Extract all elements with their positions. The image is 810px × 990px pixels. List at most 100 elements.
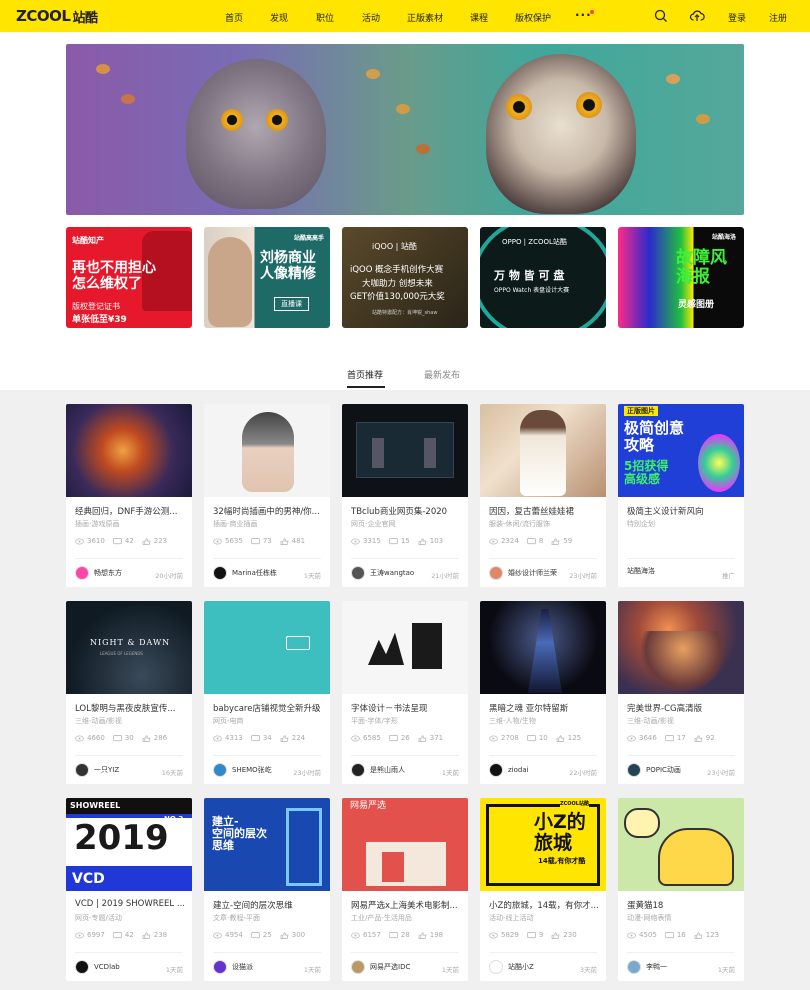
nav-copyright[interactable]: 版权保护 [515,11,551,24]
card-thumbnail[interactable]: NIGHT & DAWN LEAGUE OF LEGENDS [66,601,192,694]
card-title[interactable]: babycare店铺视觉全新升级 [213,702,325,714]
avatar[interactable] [75,566,89,580]
card-title[interactable]: TBclub商业网页集-2020 [351,505,463,517]
work-card[interactable]: TBclub商业网页集-2020 网页-企业官网 3315 15 103 王涛w… [342,404,468,587]
promo-card[interactable]: 站酷知产 再也不用担心 怎么维权了 版权登记证书 单张低至¥39 [66,227,192,328]
work-card[interactable]: 32幅时尚插画中的男神/你... 插画-商业插画 5635 73 481 Mar… [204,404,330,587]
card-thumbnail[interactable] [342,601,468,694]
nav-courses[interactable]: 课程 [470,11,488,24]
nav-stock[interactable]: 正版素材 [407,11,443,24]
avatar[interactable] [627,960,641,974]
work-card[interactable]: 蛋黄猫18 动漫-网络表情 4505 16 123 李鸭一 1天前 [618,798,744,981]
card-author[interactable]: 是熊山雨人 [351,763,405,777]
author-name[interactable]: 婚纱设计师兰荣 [508,568,557,578]
search-icon[interactable] [653,8,669,24]
register-link[interactable]: 注册 [769,11,787,24]
upload-cloud-icon[interactable] [689,8,705,24]
author-name[interactable]: 一只YIZ [94,765,119,775]
card-thumbnail[interactable] [342,404,468,497]
work-card[interactable]: 正版图片 极简创意 攻略 5招获得 高级感 极简主义设计新风向 特别企划 站酷海… [618,404,744,587]
avatar[interactable] [351,566,365,580]
card-thumbnail[interactable] [480,404,606,497]
card-author[interactable]: 网易严选IDC [351,960,410,974]
card-thumbnail[interactable] [66,404,192,497]
avatar[interactable] [489,763,503,777]
author-name[interactable]: 畅想东方 [94,568,122,578]
tab-latest[interactable]: 最新发布 [424,368,460,381]
card-title[interactable]: 完美世界-CG高清版 [627,702,739,714]
card-title[interactable]: 蛋黄猫18 [627,899,739,911]
work-card[interactable]: 字体设计－书法呈现 平面-字体/字形 6585 26 371 是熊山雨人 1天前 [342,601,468,784]
card-title[interactable]: 32幅时尚插画中的男神/你... [213,505,325,517]
card-author[interactable]: 一只YIZ [75,763,119,777]
card-author[interactable]: 站酷海洛 [627,566,655,576]
card-author[interactable]: 李鸭一 [627,960,667,974]
promo-card[interactable]: 站酷高高手 刘杨商业 人像精修 直播课 [204,227,330,328]
avatar[interactable] [213,960,227,974]
card-title[interactable]: VCD | 2019 SHOWREEL ... [75,899,187,909]
card-title[interactable]: 黑暗之魂 亚尔特留斯 [489,702,601,714]
promo-card[interactable]: OPPO | ZCOOL站酷 万 物 皆 可 盘 OPPO Watch 表盘设计… [480,227,606,328]
card-author[interactable]: 畅想东方 [75,566,122,580]
work-card[interactable]: 网易严选 网易严选x上海美术电影制... 工业/产品-生活用品 6157 28 … [342,798,468,981]
card-title[interactable]: 建立-空间的层次思维 [213,899,325,911]
work-card[interactable]: 建立- 空间的层次 思维 建立-空间的层次思维 文章-教程-平面 4954 25… [204,798,330,981]
work-card[interactable]: SHOWREEL NO.2 2019 VCD VCD | 2019 SHOWRE… [66,798,192,981]
work-card[interactable]: ZCOOL站酷 小Z的 旅城 14载,有你才酷 小Z的旅城，14载，有你才...… [480,798,606,981]
avatar[interactable] [489,960,503,974]
work-card[interactable]: 经典回归，DNF手游公测... 插画-游戏原画 3610 42 223 畅想东方… [66,404,192,587]
card-thumbnail[interactable]: 正版图片 极简创意 攻略 5招获得 高级感 [618,404,744,497]
author-name[interactable]: ziodai [508,766,529,774]
author-name[interactable]: VCDlab [94,963,120,971]
avatar[interactable] [627,763,641,777]
card-author[interactable]: POPIC动画 [627,763,681,777]
card-thumbnail[interactable]: 建立- 空间的层次 思维 [204,798,330,891]
author-name[interactable]: 站酷海洛 [627,566,655,576]
card-author[interactable]: 站酷小Z [489,960,534,974]
card-thumbnail[interactable] [618,601,744,694]
avatar[interactable] [489,566,503,580]
card-author[interactable]: 王涛wangtao [351,566,414,580]
nav-discover[interactable]: 发现 [270,11,288,24]
card-title[interactable]: 因因，复古蕾丝娃娃裙 [489,505,601,517]
card-title[interactable]: LOL黎明与黑夜皮肤宣传... [75,702,187,714]
author-name[interactable]: Marina任栋栋 [232,568,277,578]
card-title[interactable]: 小Z的旅城，14载，有你才... [489,899,601,911]
avatar[interactable] [75,763,89,777]
card-thumbnail[interactable]: SHOWREEL NO.2 2019 VCD [66,798,192,891]
card-author[interactable]: 婚纱设计师兰荣 [489,566,557,580]
zcool-logo[interactable]: ZCOOL 站酷 [16,6,98,26]
card-title[interactable]: 极简主义设计新风向 [627,505,739,517]
author-name[interactable]: SHEMO张屹 [232,765,272,775]
nav-events[interactable]: 活动 [362,11,380,24]
avatar[interactable] [213,763,227,777]
hero-banner-image[interactable] [66,44,744,215]
card-thumbnail[interactable] [480,601,606,694]
card-title[interactable]: 经典回归，DNF手游公测... [75,505,187,517]
card-author[interactable]: SHEMO张屹 [213,763,272,777]
author-name[interactable]: 李鸭一 [646,962,667,972]
card-author[interactable]: Marina任栋栋 [213,566,277,580]
work-card[interactable]: 黑暗之魂 亚尔特留斯 三维-人物/生物 2708 10 125 ziodai 2… [480,601,606,784]
author-name[interactable]: 是熊山雨人 [370,765,405,775]
avatar[interactable] [351,960,365,974]
card-author[interactable]: 设猫派 [213,960,253,974]
tab-recommend[interactable]: 首页推荐 [347,368,383,381]
author-name[interactable]: 网易严选IDC [370,962,410,972]
author-name[interactable]: 王涛wangtao [370,568,414,578]
avatar[interactable] [213,566,227,580]
promo-card[interactable]: iQOO | 站酷 iQOO 概念手机创作大赛 大咖助力 创想未来 GET价值1… [342,227,468,328]
login-link[interactable]: 登录 [728,11,746,24]
work-card[interactable]: NIGHT & DAWN LEAGUE OF LEGENDS LOL黎明与黑夜皮… [66,601,192,784]
more-menu-button[interactable]: ··· [575,8,592,22]
nav-jobs[interactable]: 职位 [316,11,334,24]
author-name[interactable]: 设猫派 [232,962,253,972]
card-thumbnail[interactable]: 网易严选 [342,798,468,891]
card-author[interactable]: VCDlab [75,960,120,974]
avatar[interactable] [351,763,365,777]
avatar[interactable] [75,960,89,974]
work-card[interactable]: 因因，复古蕾丝娃娃裙 服装-休闲/流行服饰 2324 8 59 婚纱设计师兰荣 … [480,404,606,587]
card-thumbnail[interactable] [204,601,330,694]
work-card[interactable]: babycare店铺视觉全新升级 网页-电商 4313 34 224 SHEMO… [204,601,330,784]
author-name[interactable]: 站酷小Z [508,962,534,972]
